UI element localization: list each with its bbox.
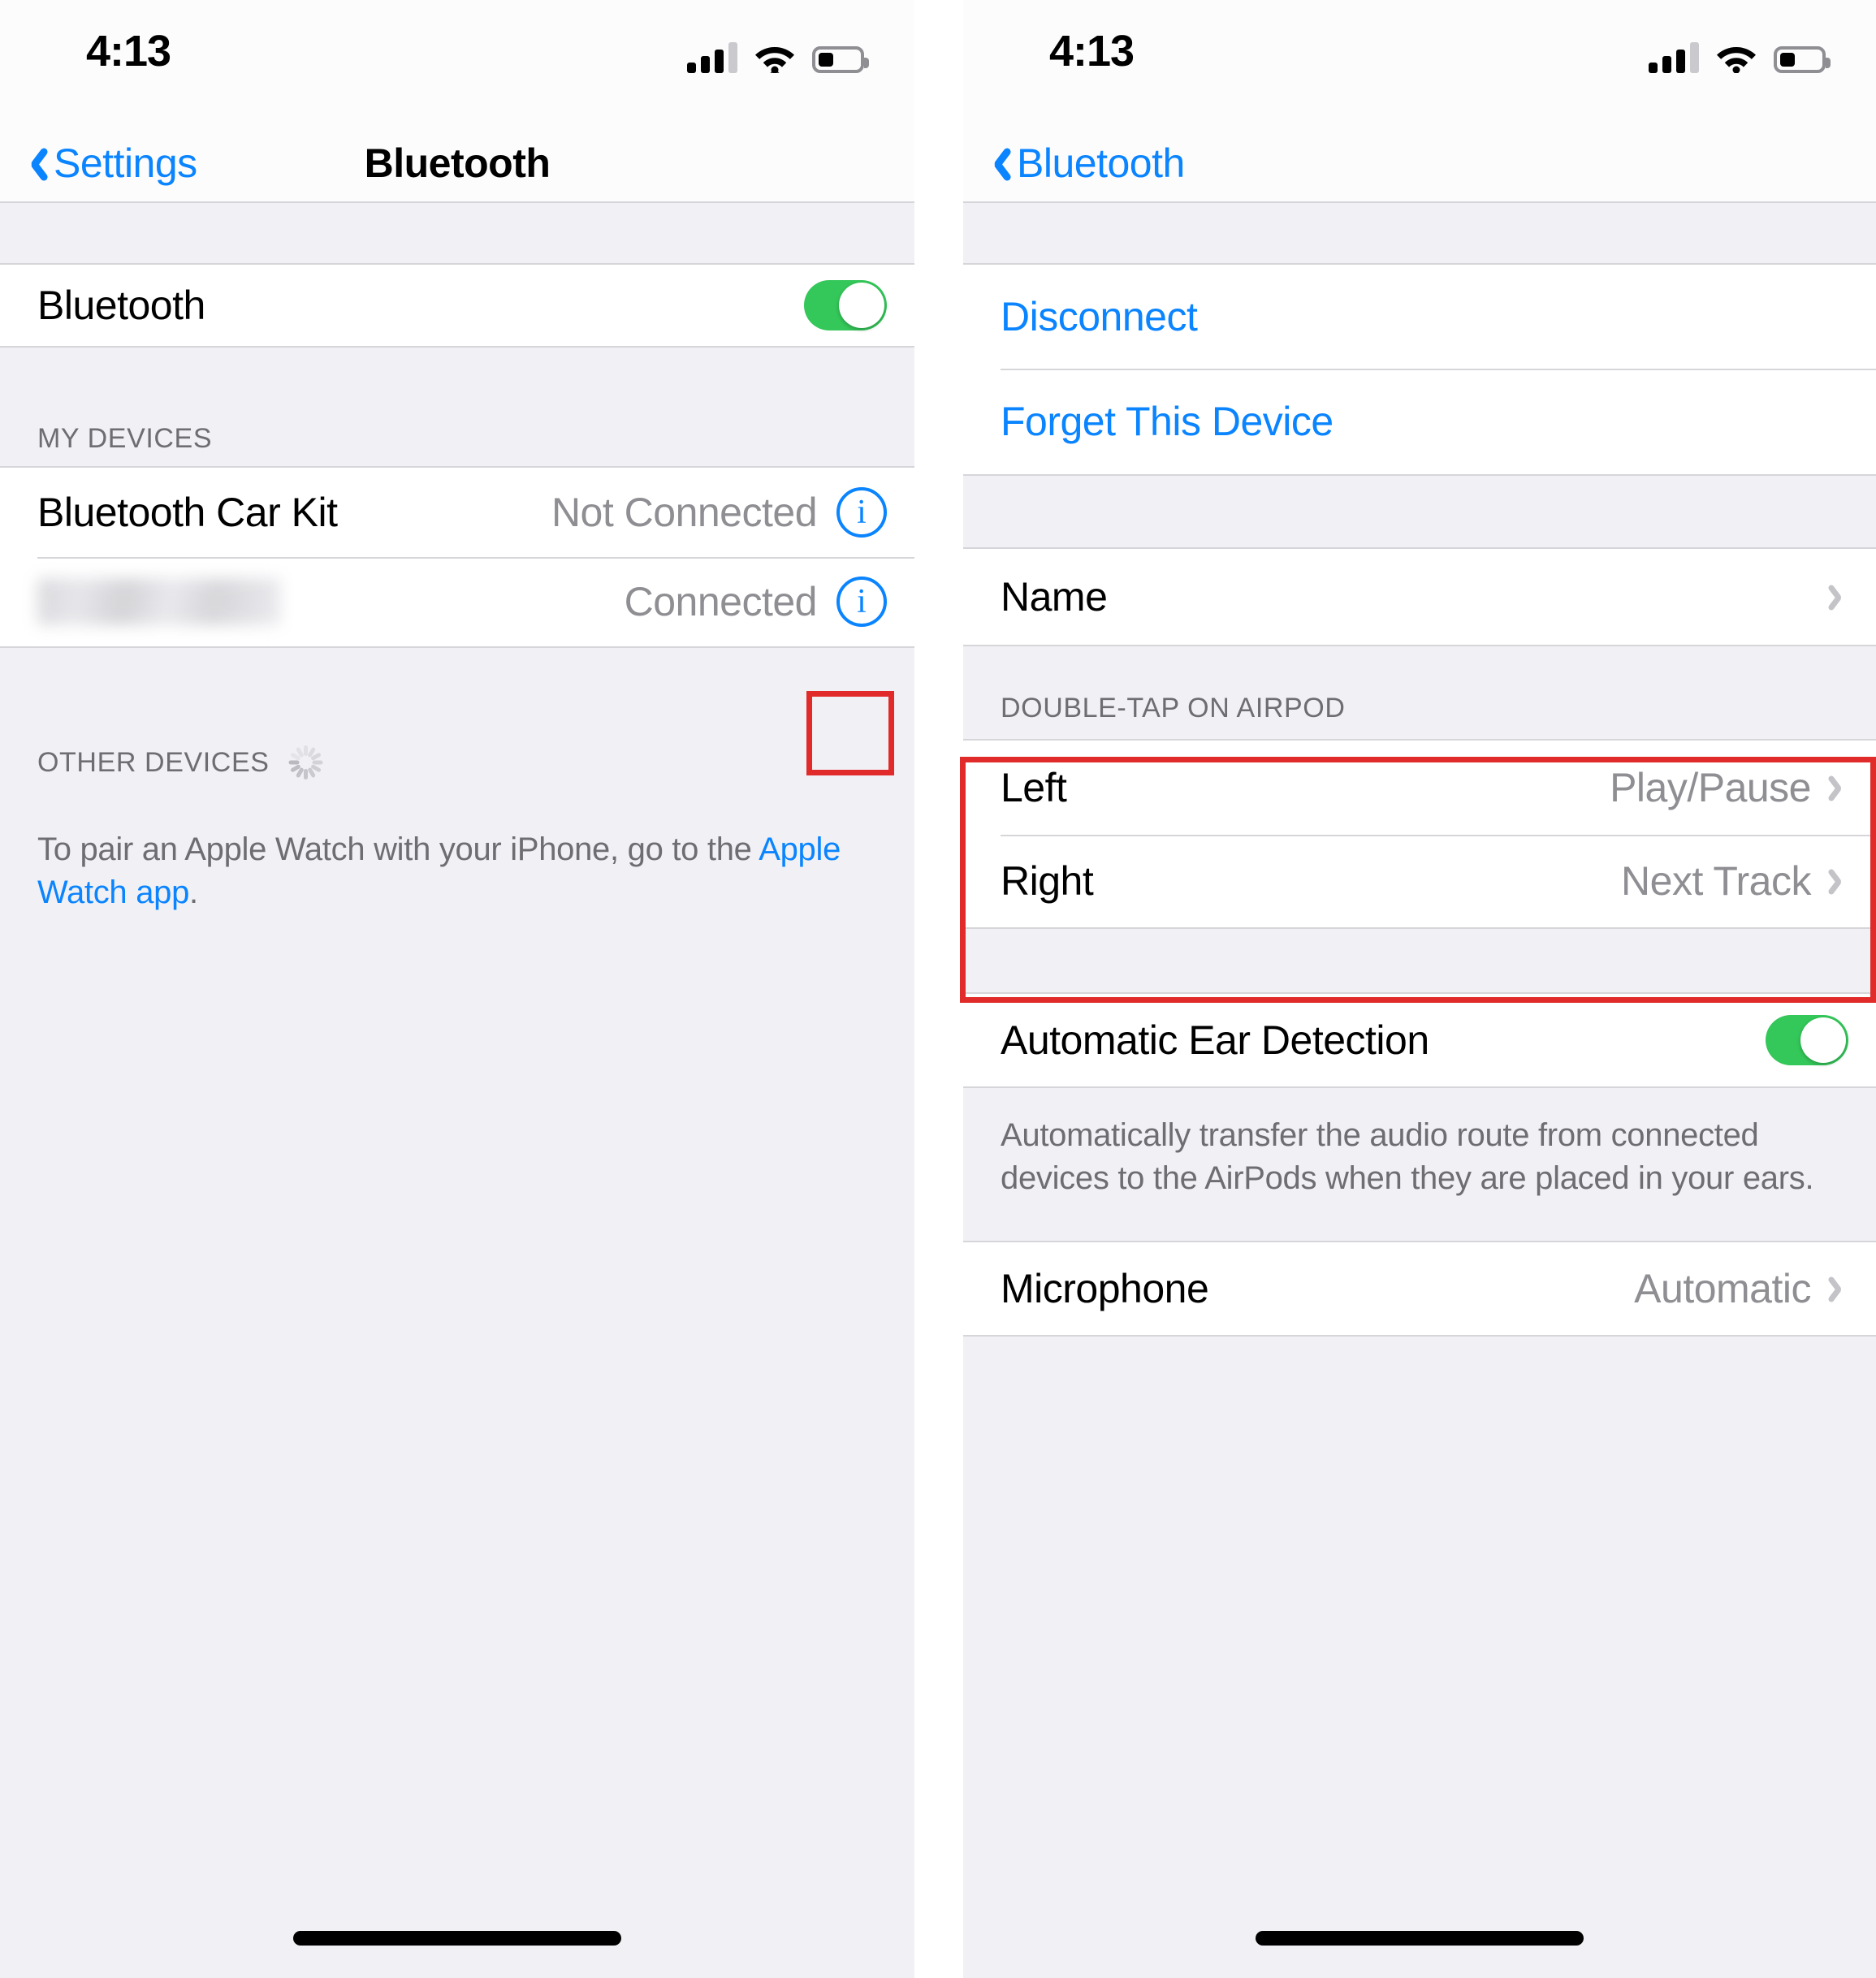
disconnect-label: Disconnect xyxy=(1001,294,1198,339)
left-status-bar: 4:13 xyxy=(0,0,914,123)
other-devices-header-area: OTHER DEVICES xyxy=(0,718,914,807)
name-group: Name xyxy=(963,549,1876,645)
ear-detection-label: Automatic Ear Detection xyxy=(1001,1017,1429,1063)
row-double-tap-left[interactable]: Left Play/Pause xyxy=(963,741,1876,835)
bluetooth-toggle-group: Bluetooth xyxy=(0,265,914,346)
spacer-above-ear-detection xyxy=(963,927,1876,994)
row-device-name[interactable]: Name xyxy=(963,549,1876,645)
double-tap-header-area: DOUBLE-TAP ON AIRPOD xyxy=(963,676,1876,739)
forget-device-button[interactable]: Forget This Device xyxy=(963,369,1876,474)
battery-icon xyxy=(1774,46,1831,73)
apple-watch-pair-note: To pair an Apple Watch with your iPhone,… xyxy=(0,807,914,939)
device-status: Not Connected xyxy=(551,490,818,535)
screenshot-stage: 4:13 Settings Bluetooth Bluetooth MY DEV… xyxy=(0,0,1876,1978)
right-nav-bar: Bluetooth xyxy=(963,123,1876,203)
spacer-above-double-tap xyxy=(963,645,1876,676)
row-automatic-ear-detection[interactable]: Automatic Ear Detection xyxy=(963,994,1876,1086)
chevron-right-icon xyxy=(1832,773,1848,802)
page-title: Bluetooth xyxy=(364,140,551,186)
chevron-left-icon xyxy=(988,145,1009,182)
right-phone-screen: 4:13 Bluetooth Disconnect Forget This De… xyxy=(963,0,1876,1978)
microphone-label: Microphone xyxy=(1001,1265,1209,1311)
device-row-bluetooth-car-kit[interactable]: Bluetooth Car Kit Not Connected i xyxy=(0,468,914,557)
info-circle-icon[interactable]: i xyxy=(836,577,887,627)
my-devices-group: Bluetooth Car Kit Not Connected i Connec… xyxy=(0,466,914,648)
status-time: 4:13 xyxy=(1049,27,1135,76)
left-airpod-label: Left xyxy=(1001,765,1067,810)
device-status: Connected xyxy=(624,579,818,624)
section-header-my-devices: MY DEVICES xyxy=(0,348,914,466)
right-bottom-filler xyxy=(963,1334,1876,1903)
ear-detection-toggle[interactable] xyxy=(1766,1015,1848,1065)
back-button-label: Bluetooth xyxy=(1017,140,1185,186)
name-label: Name xyxy=(1001,574,1108,620)
ear-detection-note: Automatically transfer the audio route f… xyxy=(963,1088,1876,1241)
status-time: 4:13 xyxy=(86,27,171,76)
cellular-bars-icon xyxy=(1649,42,1699,73)
bluetooth-label: Bluetooth xyxy=(37,283,205,328)
chevron-right-icon xyxy=(1832,866,1848,896)
toggle-knob xyxy=(1800,1017,1846,1063)
spacer-above-bluetooth xyxy=(0,203,914,265)
left-airpod-value: Play/Pause xyxy=(1610,765,1811,810)
spacer-above-name xyxy=(963,474,1876,549)
microphone-group: Microphone Automatic xyxy=(963,1242,1876,1335)
double-tap-group: Left Play/Pause Right Next Track xyxy=(963,739,1876,927)
note-prefix: To pair an Apple Watch with your iPhone,… xyxy=(37,831,759,867)
home-indicator[interactable] xyxy=(293,1931,621,1946)
info-circle-icon[interactable]: i xyxy=(836,487,887,538)
my-devices-header-area: MY DEVICES xyxy=(0,348,914,466)
chevron-right-icon xyxy=(1832,1274,1848,1303)
wifi-icon xyxy=(755,42,794,74)
right-status-bar: 4:13 xyxy=(963,0,1876,123)
left-bottom-filler xyxy=(0,938,914,1832)
device-row-airpods[interactable]: Connected i xyxy=(0,557,914,646)
ear-detection-note-area: Automatically transfer the audio route f… xyxy=(963,1086,1876,1242)
loading-spinner-icon xyxy=(288,745,323,780)
left-phone-screen: 4:13 Settings Bluetooth Bluetooth MY DEV… xyxy=(0,0,914,1978)
row-double-tap-right[interactable]: Right Next Track xyxy=(963,835,1876,927)
status-indicators xyxy=(687,31,869,74)
left-nav-bar: Settings Bluetooth xyxy=(0,123,914,203)
device-name-redacted xyxy=(37,578,281,625)
right-airpod-label: Right xyxy=(1001,858,1094,904)
device-actions-group: Disconnect Forget This Device xyxy=(963,265,1876,474)
note-suffix: . xyxy=(189,874,198,910)
cellular-bars-icon xyxy=(687,42,737,73)
section-header-other-devices: OTHER DEVICES xyxy=(37,746,270,778)
device-name: Bluetooth Car Kit xyxy=(37,490,338,535)
bluetooth-toggle[interactable] xyxy=(804,280,887,330)
toggle-knob xyxy=(839,283,884,328)
chevron-right-icon xyxy=(1832,582,1848,611)
section-header-double-tap: DOUBLE-TAP ON AIRPOD xyxy=(963,676,1876,739)
forget-device-label: Forget This Device xyxy=(1001,399,1334,444)
home-indicator[interactable] xyxy=(1256,1931,1584,1946)
ear-detection-group: Automatic Ear Detection xyxy=(963,994,1876,1086)
status-indicators xyxy=(1649,31,1831,74)
battery-icon xyxy=(812,46,869,73)
wifi-icon xyxy=(1717,42,1756,74)
row-microphone[interactable]: Microphone Automatic xyxy=(963,1242,1876,1335)
spacer-below-my-devices xyxy=(0,648,914,718)
microphone-value: Automatic xyxy=(1634,1265,1811,1311)
right-airpod-value: Next Track xyxy=(1621,858,1811,904)
disconnect-button[interactable]: Disconnect xyxy=(963,265,1876,369)
spacer-above-actions xyxy=(963,203,1876,265)
row-bluetooth-toggle[interactable]: Bluetooth xyxy=(0,265,914,346)
back-to-bluetooth-button[interactable]: Bluetooth xyxy=(988,123,1185,203)
